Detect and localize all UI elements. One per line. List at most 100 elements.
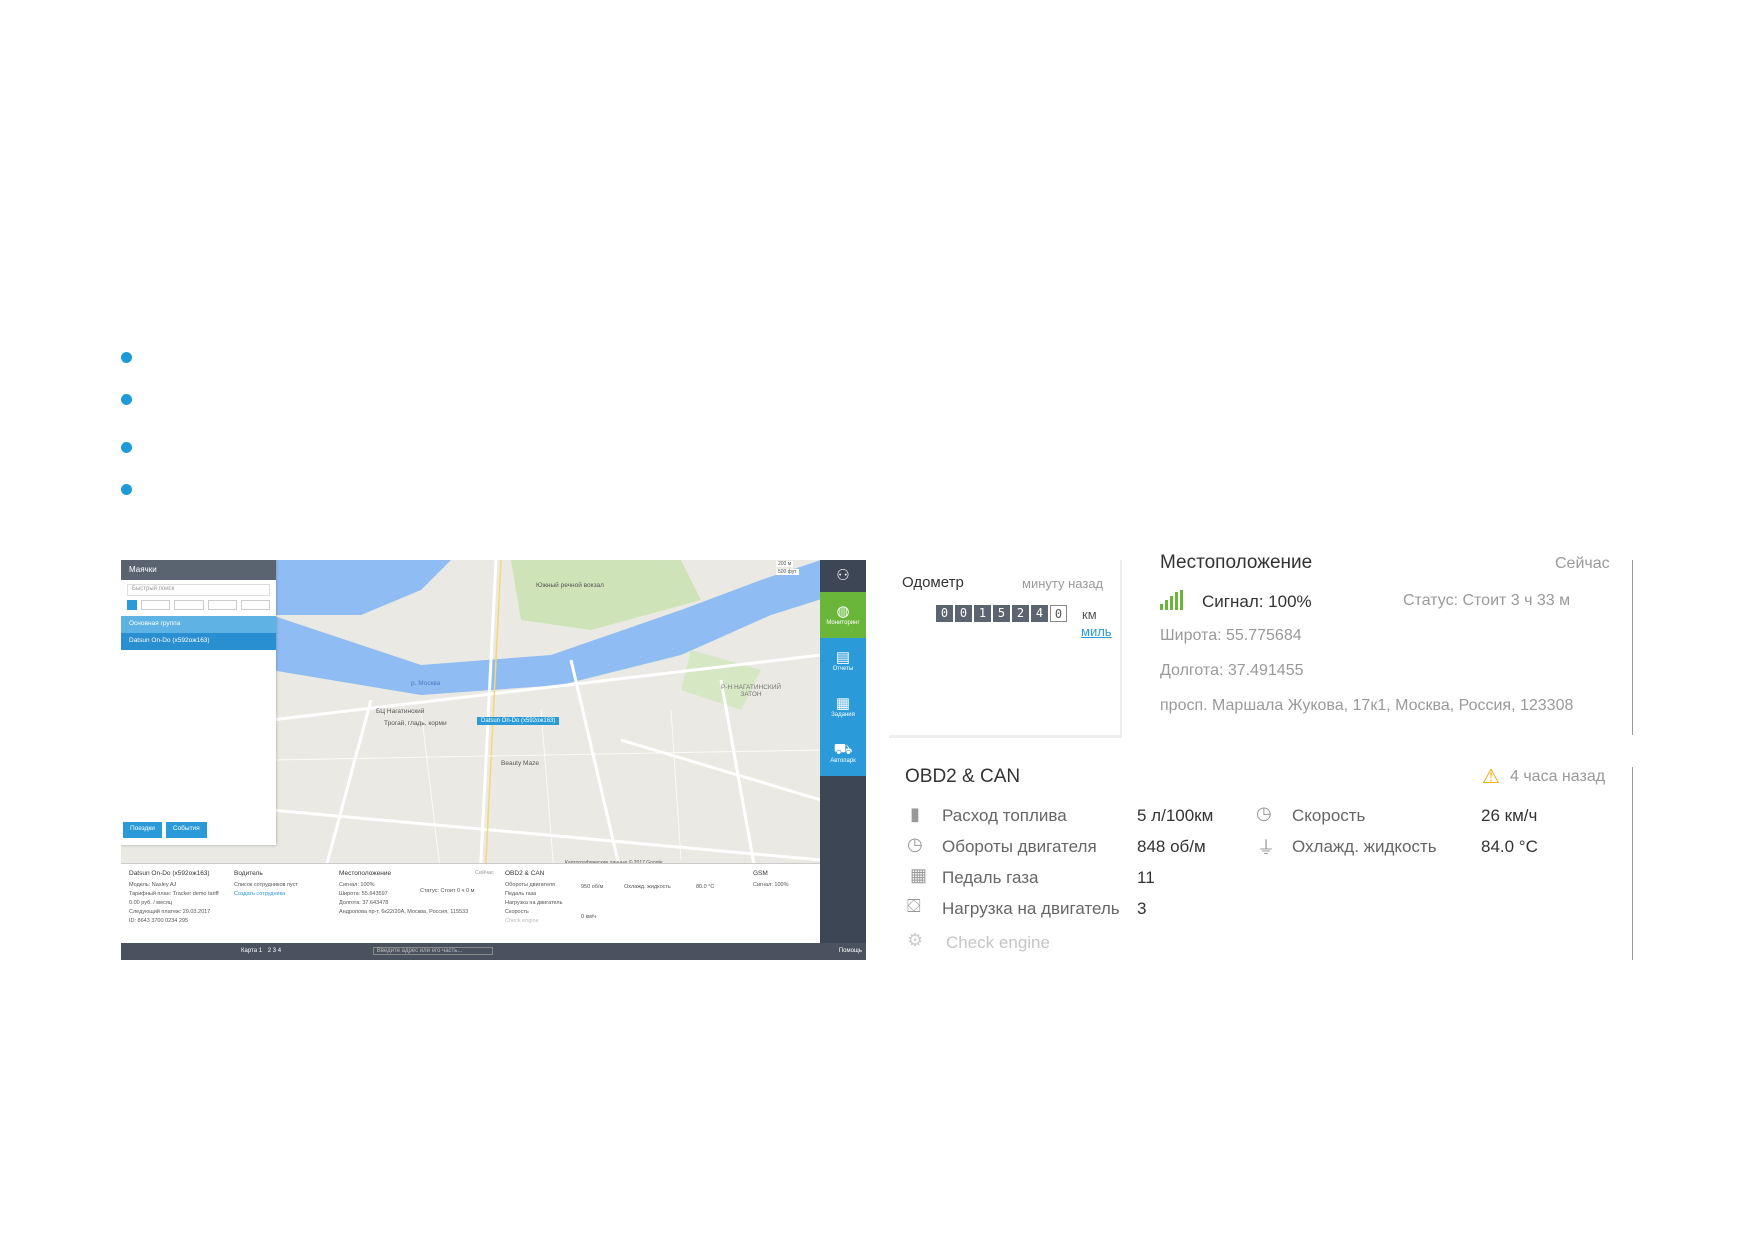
- app-screenshot: Южный речной вокзал р. Москва Р-Н НАГАТИ…: [121, 560, 866, 960]
- driver-empty: Список сотрудников пуст: [234, 882, 298, 888]
- tool-button[interactable]: [174, 600, 204, 610]
- odometer-digit: 4: [1031, 605, 1048, 622]
- odometer-digits: 0 0 1 5 2 4 0: [936, 605, 1067, 622]
- truck-icon: ⛟: [833, 741, 853, 758]
- check-engine: Check engine: [946, 933, 1050, 952]
- tool-button[interactable]: [240, 600, 270, 610]
- coolant-label: Охлажд. жидкость: [624, 884, 671, 890]
- location-divider: [1632, 560, 1633, 735]
- events-button[interactable]: События: [165, 822, 207, 838]
- coolant-icon: ⏚: [1257, 838, 1275, 858]
- pedal-value: 11: [1137, 868, 1155, 887]
- bullet-4: [121, 484, 132, 495]
- tool-button[interactable]: [141, 600, 171, 610]
- pedal-icon: ▦: [910, 865, 928, 885]
- driver-title: Водитель: [234, 870, 263, 877]
- map-label: Р-Н НАГАТИНСКИЙ ЗАТОН: [720, 684, 782, 698]
- address-search-input[interactable]: Введите адрес или его часть...: [372, 947, 494, 955]
- clipboard-icon: ▦: [835, 695, 851, 712]
- bullet-3: [121, 442, 132, 453]
- beacons-panel: Маячки Быстрый поиск Основная группа Dat…: [121, 560, 276, 845]
- longitude: Долгота: 37.643478: [339, 900, 389, 906]
- odometer-digit: 5: [993, 605, 1010, 622]
- globe-icon: ◍: [836, 603, 850, 620]
- scale-label: 500 фут: [776, 569, 799, 575]
- obd-divider: [1632, 767, 1633, 960]
- scale-label: 200 м: [776, 561, 794, 567]
- checkbox[interactable]: [127, 600, 137, 610]
- bullet-2: [121, 394, 132, 405]
- address: просп. Маршала Жукова, 17к1, Москва, Рос…: [1160, 697, 1574, 714]
- help-button[interactable]: Помощь: [839, 948, 862, 954]
- speed-value: 26 км/ч: [1481, 806, 1538, 825]
- fuel-label: Расход топлива: [942, 806, 1067, 825]
- odometer-title: Одометр: [902, 574, 964, 591]
- address: Андропова пр-т, 6к22/20А, Москва, Россия…: [339, 909, 469, 915]
- status-text: Статус: Стоит 3 ч 33 м: [1403, 592, 1571, 609]
- vehicle-model: Модель: Nasley AJ: [129, 882, 177, 888]
- vehicle-name: Datsun On-Do (x592oж163): [129, 870, 210, 877]
- fuel-value: 5 л/100км: [1137, 806, 1214, 825]
- odometer-unit: км: [1082, 607, 1097, 622]
- coolant-value: 80.0 °C: [696, 884, 715, 890]
- speedometer-icon: ◷: [1256, 803, 1272, 823]
- location-time: Сейчас: [475, 870, 494, 876]
- quick-search-input[interactable]: Быстрый поиск: [127, 584, 270, 596]
- right-sidebar: ⚇ ◍ Мониторинг ▤ Отчеты ▦ Задания ⛟ Автопарк: [820, 560, 866, 960]
- miles-link[interactable]: миль: [1081, 624, 1112, 639]
- rpm-value: 848 об/м: [1137, 837, 1206, 856]
- engine-icon: ⚙: [907, 930, 924, 950]
- obd-title: OBD2 & CAN: [905, 766, 1021, 787]
- load-value: 3: [1137, 899, 1147, 918]
- sidebar-item-reports[interactable]: ▤ Отчеты: [820, 638, 866, 684]
- map-label: Beauty Maze: [501, 760, 539, 767]
- panel-buttons: Поездки События: [123, 822, 207, 838]
- create-employee-link[interactable]: Создать сотрудника: [234, 891, 329, 897]
- vehicle-row[interactable]: Datsun On-Do (x592oж163): [121, 633, 276, 650]
- gsm-title: GSM: [753, 870, 768, 877]
- odometer-time: минуту назад: [1022, 576, 1104, 591]
- next-payment: Следующий платеж: 29.03.2017: [129, 909, 211, 915]
- panel-title: Маячки: [121, 560, 276, 580]
- sidebar-item-monitoring[interactable]: ◍ Мониторинг: [820, 592, 866, 638]
- signal-text: Сигнал: 100%: [1202, 592, 1312, 611]
- load-label: Нагрузка на двигатель: [505, 900, 563, 906]
- rpm-label: Обороты двигателя: [942, 837, 1097, 856]
- odometer-digit: 2: [1012, 605, 1029, 622]
- signal-icon: [1160, 590, 1184, 615]
- chart-icon: ▤: [835, 649, 851, 666]
- map-tab[interactable]: Карта 1: [241, 948, 262, 954]
- vehicle-info-bar: Datsun On-Do (x592oж163) Модель: Nasley …: [121, 863, 820, 943]
- vehicle-map-tag[interactable]: Datsun On-Do (x592oж163): [477, 717, 560, 725]
- map-pages[interactable]: 2 3 4: [268, 948, 281, 954]
- device-id: ID: 8643 3700 0234 295: [129, 918, 189, 924]
- latitude: Широта: 55.775684: [1160, 627, 1302, 644]
- load-label: Нагрузка на двигатель: [942, 899, 1120, 918]
- driver-column: Водитель Список сотрудников пуст Создать…: [234, 870, 329, 900]
- map-label: р. Москва: [411, 680, 441, 687]
- coolant-value: 84.0 °C: [1481, 837, 1538, 856]
- odometer-digit: 1: [974, 605, 991, 622]
- bottom-toolbar: Карта 1 2 3 4 Введите адрес или его част…: [121, 943, 866, 960]
- gsm-column: GSM Сигнал: 100%: [753, 870, 813, 891]
- weight-icon: ⛋: [907, 896, 921, 916]
- odometer-digit: 0: [1050, 605, 1067, 622]
- fuel-icon: ▮: [910, 804, 920, 824]
- profile-icon[interactable]: ⚇: [820, 560, 866, 592]
- location-time: Сейчас: [1555, 555, 1610, 572]
- sidebar-item-fleet[interactable]: ⛟ Автопарк: [820, 730, 866, 776]
- group-row[interactable]: Основная группа: [121, 616, 276, 633]
- tool-button[interactable]: [207, 600, 237, 610]
- location-title: Местоположение: [339, 870, 392, 877]
- odometer-digit: 0: [936, 605, 953, 622]
- trips-button[interactable]: Поездки: [123, 822, 162, 838]
- sidebar-item-tasks[interactable]: ▦ Задания: [820, 684, 866, 730]
- location-column: Местоположение Сигнал: 100% Широта: 55.6…: [339, 870, 494, 918]
- obd-time: 4 часа назад: [1510, 768, 1606, 785]
- rpm-value: 950 об/м: [581, 884, 604, 890]
- warning-icon: ⚠: [1482, 766, 1500, 788]
- gauge-icon: ◷: [907, 834, 923, 854]
- obd-title: OBD2 & CAN: [505, 870, 545, 877]
- map-label: Южный речной вокзал: [536, 582, 604, 589]
- location-status: Статус: Стоит 0 ч 0 м: [420, 888, 475, 894]
